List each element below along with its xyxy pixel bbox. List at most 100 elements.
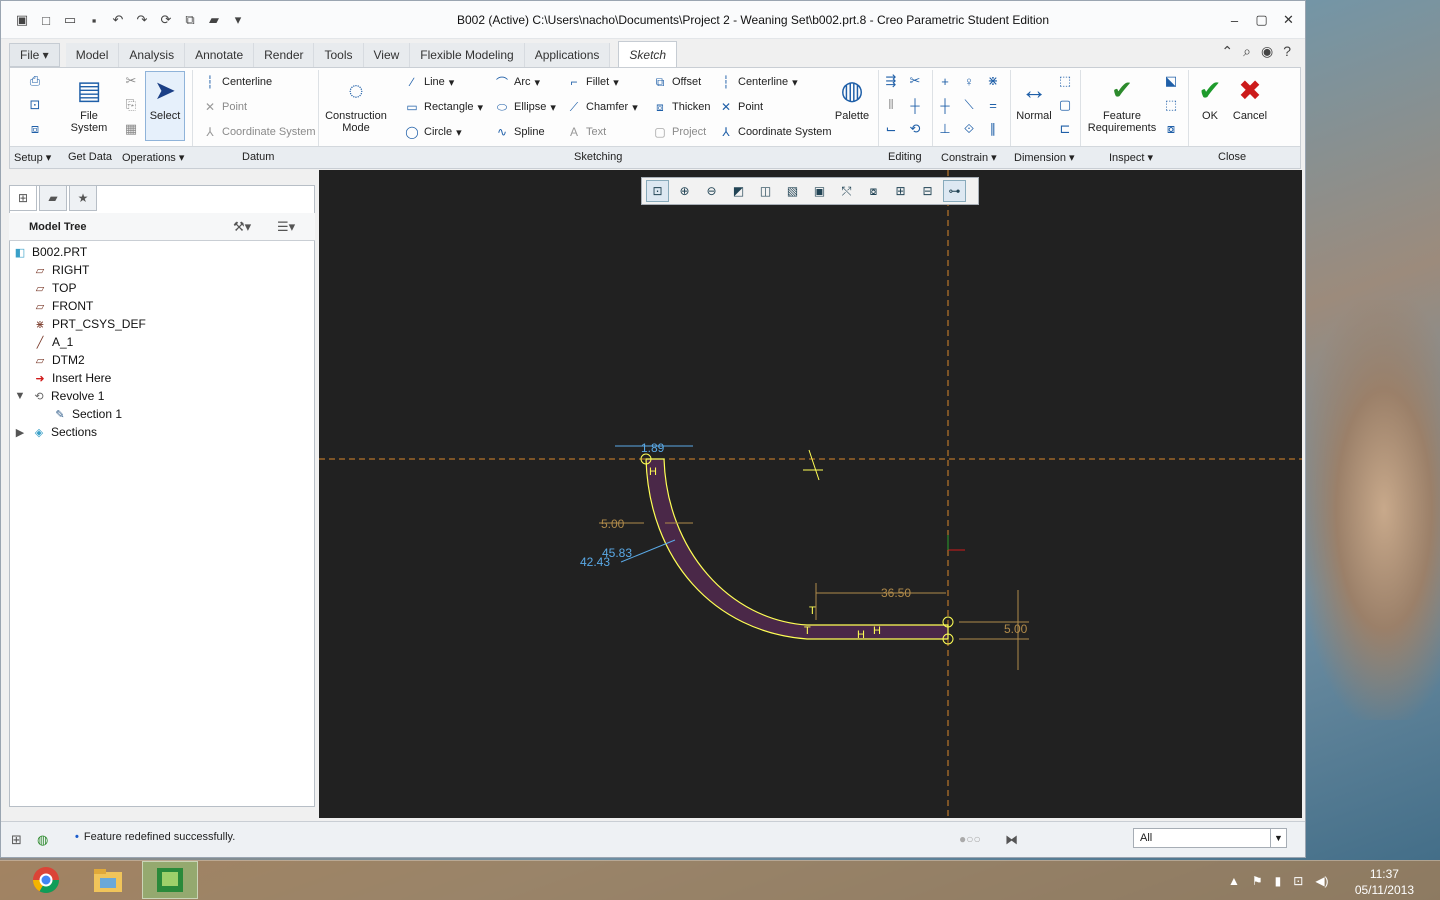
symmetric-constraint-icon[interactable]: ⟐ xyxy=(960,120,978,138)
ellipse-button[interactable]: ⬭ Ellipse ▾ xyxy=(494,99,556,115)
dimension-label[interactable]: 5.00 xyxy=(1004,622,1028,636)
network-icon[interactable]: ⊡ xyxy=(1293,874,1303,888)
copy-icon[interactable]: ⎘ xyxy=(122,96,140,114)
power-icon[interactable]: ▮ xyxy=(1275,874,1282,888)
tab-render[interactable]: Render xyxy=(254,43,315,67)
tree-item[interactable]: ▱ RIGHT xyxy=(13,261,146,279)
filter-dropdown-icon[interactable]: ▼ xyxy=(1270,829,1286,847)
tree-settings-icon[interactable]: ⚒▾ xyxy=(233,219,251,235)
tree-item[interactable]: ▱ FRONT xyxy=(13,297,146,315)
tree-item[interactable]: ╱ A_1 xyxy=(13,333,146,351)
group-inspect[interactable]: Inspect ▾ xyxy=(1109,151,1153,164)
group-setup[interactable]: Setup ▾ xyxy=(14,151,51,164)
feature-requirements-button[interactable]: ✔ Feature Requirements xyxy=(1086,74,1158,135)
construction-mode-button[interactable]: ◌ Construction Mode xyxy=(324,74,388,135)
tree-item[interactable]: ➜ Insert Here xyxy=(13,369,146,387)
datum-point-button[interactable]: ✕ Point xyxy=(202,99,247,115)
corner-icon[interactable]: ⌙ xyxy=(882,120,900,138)
highlight-open-ends-icon[interactable]: ⬕ xyxy=(1162,72,1180,90)
show-browser-icon[interactable]: ◍ xyxy=(37,832,48,848)
reference-dim-icon[interactable]: ▢ xyxy=(1056,96,1074,114)
arc-button[interactable]: ⌒ Arc ▾ xyxy=(494,74,540,90)
sketch-reference-icon[interactable]: ⊡ xyxy=(26,96,44,114)
sketch-profile[interactable] xyxy=(645,458,949,640)
sketch-setup-icon[interactable]: ⎙ xyxy=(26,72,44,90)
rotate-resize-icon[interactable]: ⟲ xyxy=(906,120,924,138)
tangent-constraint-icon[interactable]: ♀ xyxy=(960,72,978,90)
tab-sketch[interactable]: Sketch xyxy=(618,41,678,67)
display-style-icon[interactable]: ◫ xyxy=(754,180,777,202)
view-manager-icon[interactable]: ▣ xyxy=(808,180,831,202)
spline-button[interactable]: ∿ Spline xyxy=(494,124,545,140)
show-hidden-icons-icon[interactable]: ▲ xyxy=(1228,874,1240,888)
graphics-window[interactable]: 1.89 5.00 45.83 42.43 36.50 5.00 H H H T… xyxy=(319,170,1302,818)
datum-centerline-button[interactable]: ┆ Centerline xyxy=(202,74,272,90)
collapse-ribbon-icon[interactable]: ⌃ xyxy=(1221,43,1233,60)
tab-flexible-modeling[interactable]: Flexible Modeling xyxy=(410,43,525,67)
sketch-canvas[interactable]: 1.89 5.00 45.83 42.43 36.50 5.00 H H H T… xyxy=(319,170,1302,818)
sketch-centerline-button[interactable]: ┆ Centerline ▾ xyxy=(718,74,797,90)
overlapping-geometry-icon[interactable]: ⧇ xyxy=(1162,120,1180,138)
modify-icon[interactable]: ⇶ xyxy=(882,72,900,90)
perspective-icon[interactable]: ⤲ xyxy=(835,180,858,202)
rectangle-button[interactable]: ▭ Rectangle ▾ xyxy=(404,99,483,115)
help-icon[interactable]: ? xyxy=(1283,43,1291,60)
refit-icon[interactable]: ⊡ xyxy=(646,180,669,202)
shade-closed-loops-icon[interactable]: ⬚ xyxy=(1162,96,1180,114)
tree-item[interactable]: ◧ B002.PRT xyxy=(13,243,146,261)
maximize-icon[interactable]: ▢ xyxy=(1248,9,1275,31)
sketch-point-button[interactable]: ✕ Point xyxy=(718,99,763,115)
tab-view[interactable]: View xyxy=(363,43,411,67)
perimeter-icon[interactable]: ⬚ xyxy=(1056,72,1074,90)
baseline-icon[interactable]: ⊏ xyxy=(1056,120,1074,138)
tab-applications[interactable]: Applications xyxy=(524,43,611,67)
coincident-constraint-icon[interactable]: ⟍ xyxy=(960,96,978,114)
constraint-symbol[interactable]: H xyxy=(857,629,865,641)
datum-csys-button[interactable]: ⅄ Coordinate System xyxy=(202,124,315,140)
tree-item[interactable]: ▱ TOP xyxy=(13,279,146,297)
ok-button[interactable]: ✔ OK xyxy=(1194,74,1226,123)
favorites-tab-icon[interactable]: ★ xyxy=(69,185,97,211)
constraint-symbol[interactable]: T xyxy=(809,605,816,617)
tree-item[interactable]: ⋇ PRT_CSYS_DEF xyxy=(13,315,145,333)
palette-button[interactable]: ◍ Palette xyxy=(830,74,874,123)
clock[interactable]: 11:37 05/11/2013 xyxy=(1355,866,1414,898)
constraint-symbol[interactable]: H xyxy=(649,466,657,478)
tree-columns-icon[interactable]: ☰▾ xyxy=(277,219,295,235)
horizontal-constraint-icon[interactable]: ┼ xyxy=(936,96,954,114)
text-button[interactable]: A Text xyxy=(566,124,606,140)
paste-icon[interactable]: ▦ xyxy=(122,120,140,138)
chamfer-button[interactable]: ⟋ Chamfer ▾ xyxy=(566,99,638,115)
community-icon[interactable]: ◉ xyxy=(1261,43,1273,60)
equal-constraint-icon[interactable]: = xyxy=(984,96,1002,114)
circle-button[interactable]: ◯ Circle ▾ xyxy=(404,124,461,140)
close-icon[interactable]: ✕ xyxy=(1275,9,1302,31)
normal-dimension-button[interactable]: ↔ Normal xyxy=(1012,74,1056,123)
creo-taskbar-icon[interactable] xyxy=(142,861,198,899)
sketch-view-icon[interactable]: ⧈ xyxy=(26,120,44,138)
fillet-button[interactable]: ⌐ Fillet ▾ xyxy=(566,74,618,90)
zoom-out-icon[interactable]: ⊖ xyxy=(700,180,723,202)
file-explorer-icon[interactable] xyxy=(80,861,136,899)
volume-icon[interactable]: ◀) xyxy=(1315,874,1328,888)
tree-item[interactable]: ✎ Section 1 xyxy=(13,405,146,423)
tree-item[interactable]: ▶ ◈ Sections xyxy=(13,423,146,441)
datum-display-icon[interactable]: ⧇ xyxy=(862,180,885,202)
find-icon[interactable]: ⧓ xyxy=(1005,832,1018,848)
dimension-label[interactable]: 42.43 xyxy=(580,555,610,569)
expand-arrow-icon[interactable]: ▼ xyxy=(13,389,27,403)
midpoint-constraint-icon[interactable]: ⋇ xyxy=(984,72,1002,90)
perpendicular-constraint-icon[interactable]: ⊥ xyxy=(936,120,954,138)
dimension-label[interactable]: 1.89 xyxy=(641,441,665,455)
dimension-label[interactable]: 5.00 xyxy=(601,517,625,531)
group-constrain[interactable]: Constrain ▾ xyxy=(941,151,997,164)
tab-model[interactable]: Model xyxy=(65,43,120,67)
collapse-arrow-icon[interactable]: ▶ xyxy=(13,425,27,439)
dimension-label[interactable]: 36.50 xyxy=(881,586,911,600)
file-system-button[interactable]: ▤ File System xyxy=(64,74,114,135)
folder-browser-tab-icon[interactable]: ▰ xyxy=(39,185,67,211)
constraint-symbol[interactable]: T xyxy=(804,625,811,637)
delete-segment-icon[interactable]: ✂ xyxy=(906,72,924,90)
offset-button[interactable]: ⧉ Offset xyxy=(652,74,701,90)
mirror-icon[interactable]: ⫴ xyxy=(882,96,900,114)
